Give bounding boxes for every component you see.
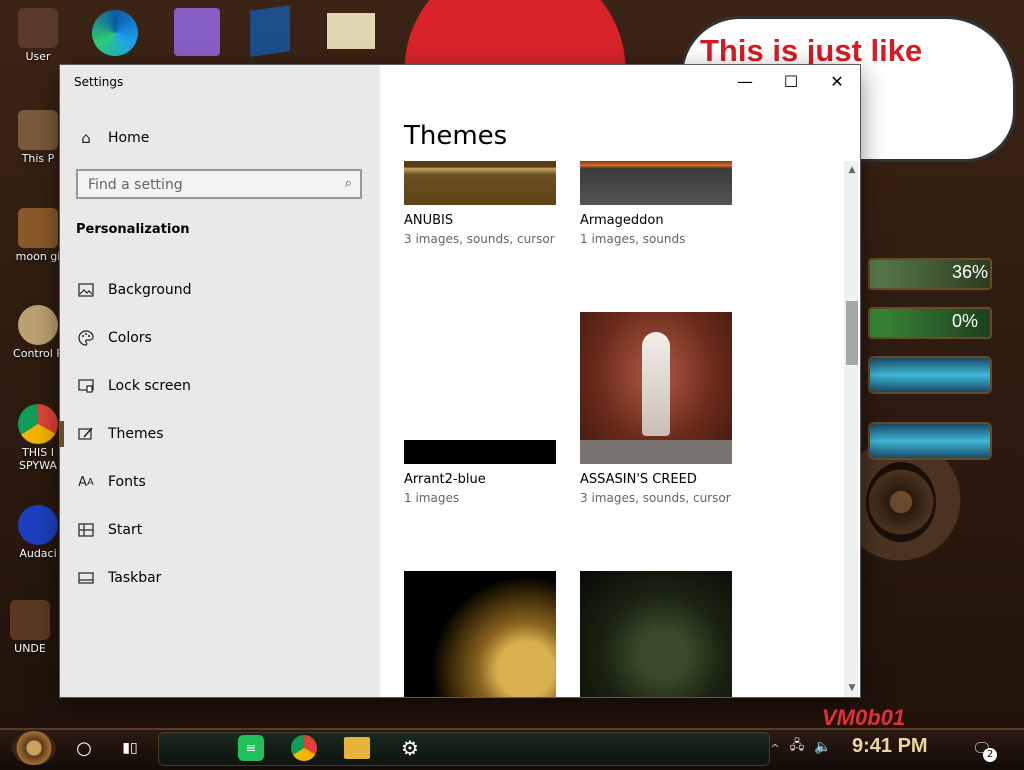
theme-thumbnail bbox=[404, 312, 556, 464]
desktop-icon-this-pc[interactable]: This P bbox=[8, 110, 68, 165]
themes-grid: ANUBIS 3 images, sounds, cursor Armagedd… bbox=[404, 161, 844, 697]
theme-thumbnail bbox=[404, 161, 556, 205]
start-button[interactable] bbox=[12, 731, 56, 765]
nav-fonts[interactable]: AA Fonts bbox=[76, 464, 146, 500]
audacity-icon bbox=[18, 505, 58, 545]
nav-lock-screen[interactable]: Lock screen bbox=[76, 368, 191, 404]
home-icon: ⌂ bbox=[81, 129, 91, 147]
tube-gauge-2 bbox=[868, 422, 992, 460]
lock-screen-icon bbox=[76, 376, 96, 396]
desktop-icon-under[interactable]: UNDE bbox=[0, 600, 60, 655]
gear-icon bbox=[10, 600, 50, 640]
minimize-button[interactable]: — bbox=[722, 65, 768, 97]
chevron-up-icon[interactable]: ^ bbox=[768, 738, 782, 758]
brush-icon bbox=[76, 424, 96, 444]
notes-app-icon[interactable]: ≡ bbox=[238, 735, 264, 761]
nav-background[interactable]: Background bbox=[76, 272, 192, 308]
task-view-icon[interactable]: ▮▯ bbox=[116, 734, 144, 762]
theme-arrant2-blue[interactable]: Arrant2-blue 1 images bbox=[404, 312, 556, 505]
taskbar-icon bbox=[76, 568, 96, 588]
nav-colors[interactable]: Colors bbox=[76, 320, 152, 356]
clock-gear-icon bbox=[866, 462, 936, 542]
image-icon bbox=[76, 280, 96, 300]
nav-taskbar[interactable]: Taskbar bbox=[76, 560, 161, 596]
search-input[interactable] bbox=[78, 171, 330, 199]
theme-anubis[interactable]: ANUBIS 3 images, sounds, cursor bbox=[404, 161, 556, 246]
theme-color-strip bbox=[404, 440, 556, 464]
palette-icon bbox=[76, 328, 96, 348]
settings-window: Settings ⌂ Home ⌕ Personalization Backgr… bbox=[60, 65, 860, 697]
search-icon: ⌕ bbox=[344, 176, 352, 191]
theme-assassins-creed[interactable]: ASSASIN'S CREED 3 images, sounds, cursor bbox=[580, 312, 732, 505]
active-indicator bbox=[60, 421, 64, 447]
nav-themes[interactable]: Themes bbox=[76, 416, 164, 452]
search-box[interactable]: ⌕ bbox=[76, 169, 362, 199]
chrome-icon bbox=[18, 404, 58, 444]
hxd-icon[interactable] bbox=[327, 13, 375, 49]
file-explorer-icon[interactable] bbox=[344, 737, 370, 759]
theme-color-strip bbox=[580, 440, 732, 464]
gauge-cpu-label: 36% bbox=[952, 262, 989, 282]
section-title: Personalization bbox=[76, 222, 190, 237]
tube-gauge-1 bbox=[868, 356, 992, 394]
assassin-figure bbox=[642, 332, 670, 436]
lightbulb-icon bbox=[18, 305, 58, 345]
network-icon[interactable]: 🖧 bbox=[786, 736, 808, 758]
scrollbar[interactable]: ▲ ▼ bbox=[844, 161, 858, 697]
computer-icon bbox=[18, 110, 58, 150]
theme-thumbnail bbox=[580, 161, 732, 205]
theme-thumbnail bbox=[580, 571, 732, 697]
search-circle-icon[interactable]: ○ bbox=[70, 734, 98, 762]
user-folder-icon bbox=[18, 8, 58, 48]
maximize-button[interactable]: ☐ bbox=[768, 65, 814, 97]
watermark-text: VM0b01 bbox=[822, 705, 906, 730]
notification-badge: 2 bbox=[983, 748, 997, 762]
theme-dark-cube[interactable] bbox=[580, 571, 732, 697]
scroll-down-icon[interactable]: ▼ bbox=[846, 681, 858, 695]
desktop-icon-user[interactable]: User bbox=[8, 8, 68, 63]
page-title: Themes bbox=[404, 121, 508, 151]
nav-home[interactable]: ⌂ Home bbox=[76, 120, 149, 156]
start-icon bbox=[76, 520, 96, 540]
edge-icon[interactable] bbox=[92, 10, 138, 56]
app-title: Settings bbox=[74, 75, 124, 89]
gauge-memory-label: 0% bbox=[952, 311, 979, 331]
visual-studio-icon[interactable] bbox=[174, 8, 220, 56]
desktop-icon-chrome[interactable]: THIS I SPYWA bbox=[8, 404, 68, 472]
virtualbox-icon[interactable] bbox=[250, 5, 290, 57]
scroll-up-icon[interactable]: ▲ bbox=[846, 163, 858, 177]
moon-icon bbox=[18, 208, 58, 248]
fonts-icon: AA bbox=[78, 474, 94, 490]
settings-sidebar: Settings ⌂ Home ⌕ Personalization Backgr… bbox=[60, 65, 380, 697]
desktop-icon-moon[interactable]: moon gi bbox=[8, 208, 68, 263]
theme-aztec[interactable] bbox=[404, 571, 556, 697]
theme-thumbnail bbox=[404, 571, 556, 697]
theme-thumbnail bbox=[580, 312, 732, 464]
theme-armageddon[interactable]: Armageddon 1 images, sounds bbox=[580, 161, 732, 246]
chrome-taskbar-icon[interactable] bbox=[291, 735, 317, 761]
desktop-icon-audacity[interactable]: Audaci bbox=[8, 505, 68, 560]
close-button[interactable]: ✕ bbox=[814, 65, 860, 97]
nav-start[interactable]: Start bbox=[76, 512, 142, 548]
desktop-icon-control-panel[interactable]: Control P bbox=[8, 305, 68, 360]
volume-muted-icon[interactable]: 🔈 bbox=[812, 736, 834, 758]
scrollbar-thumb[interactable] bbox=[846, 301, 858, 365]
settings-gear-icon[interactable]: ⚙ bbox=[397, 735, 423, 761]
taskbar-clock[interactable]: 9:41 PM bbox=[852, 735, 928, 758]
